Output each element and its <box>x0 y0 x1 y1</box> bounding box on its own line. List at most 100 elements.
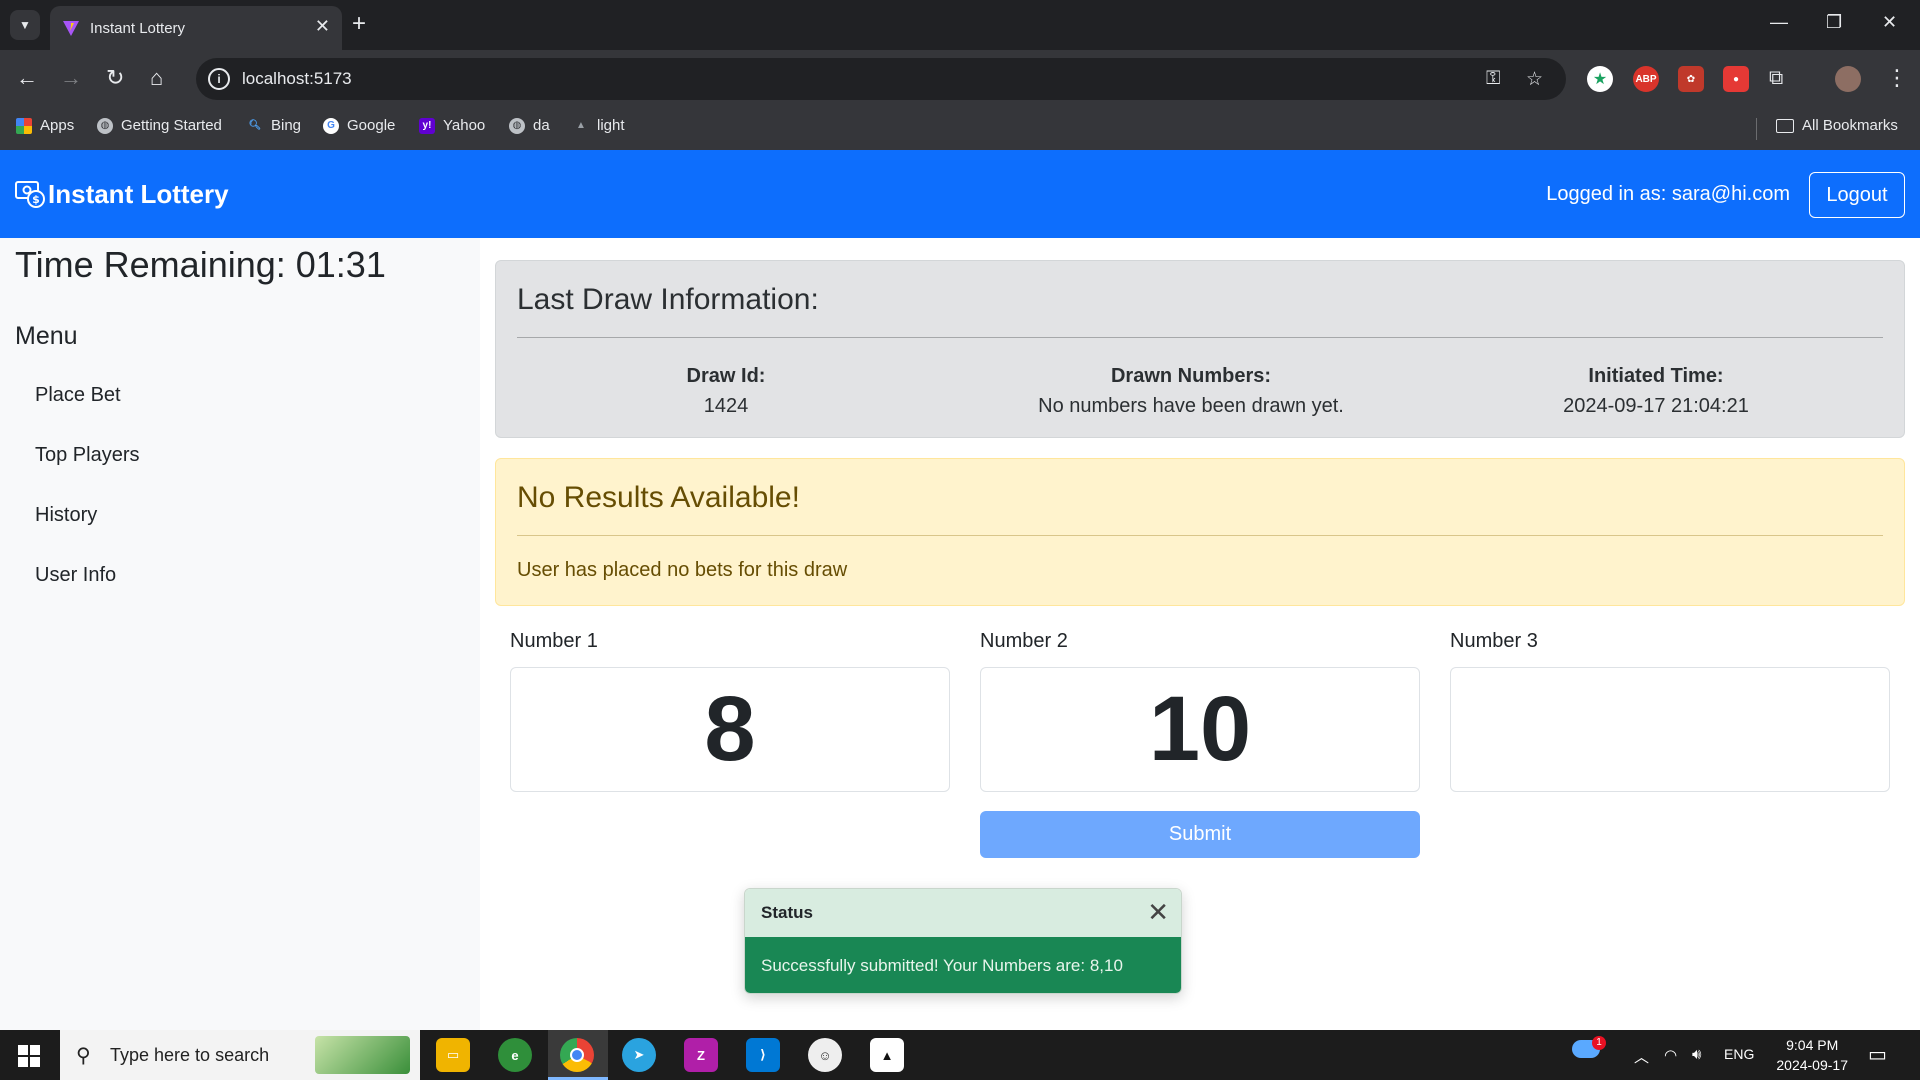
logout-button[interactable]: Logout <box>1809 172 1905 218</box>
weather-icon[interactable]: 1 <box>1572 1036 1606 1062</box>
forward-icon[interactable]: → <box>60 66 82 90</box>
new-tab-icon[interactable]: + <box>352 10 366 38</box>
telegram-icon[interactable]: ➤ <box>622 1038 656 1072</box>
toast-header: Status ✕ <box>745 889 1181 937</box>
close-icon[interactable]: ✕ <box>1147 897 1169 927</box>
browser-tab-active[interactable]: Instant Lottery ✕ <box>50 6 342 50</box>
search-highlight-image <box>315 1036 410 1074</box>
number-3-input[interactable] <box>1450 667 1890 792</box>
hat-icon: ▲ <box>576 120 586 131</box>
vscode-icon[interactable]: ⟩ <box>746 1038 780 1072</box>
initiated-time-label: Initiated Time: <box>1588 365 1724 387</box>
bookmark-getting-started[interactable]: ◍ Getting Started <box>97 117 222 134</box>
file-explorer-icon[interactable]: ▭ <box>436 1038 470 1072</box>
address-bar[interactable]: i localhost:5173 ⚿ ☆ <box>196 58 1566 100</box>
bookmark-star-icon[interactable]: ☆ <box>1526 68 1543 91</box>
bookmark-yahoo[interactable]: y! Yahoo <box>419 117 485 134</box>
main-content: Last Draw Information: Draw Id: 1424 Dra… <box>480 238 1920 1030</box>
taskbar-search-box[interactable]: ⚲ Type here to search <box>60 1030 420 1080</box>
language-indicator[interactable]: ENG <box>1724 1046 1754 1062</box>
volume-icon[interactable]: 🔊︎ <box>1692 1046 1701 1063</box>
vite-favicon-icon <box>63 21 79 36</box>
bookmark-light[interactable]: ▲ light <box>573 117 624 134</box>
url-text[interactable]: localhost:5173 <box>242 69 352 89</box>
tab-close-icon[interactable]: ✕ <box>315 16 330 37</box>
editor-app-icon[interactable]: Z <box>684 1038 718 1072</box>
password-key-icon[interactable]: ⚿ <box>1486 68 1500 90</box>
bookmarks-bar: Apps ◍ Getting Started 🔍︎ Bing G Google … <box>0 108 1920 150</box>
bookmark-da[interactable]: ◍ da <box>509 117 550 134</box>
number-3-label: Number 3 <box>1450 630 1538 652</box>
back-icon[interactable]: ← <box>16 66 38 90</box>
draw-id-column: Draw Id: 1424 <box>516 361 936 421</box>
sidebar-item-place-bet[interactable]: Place Bet <box>35 384 121 407</box>
sidebar-item-history[interactable]: History <box>35 504 97 527</box>
bookmark-label: Yahoo <box>443 117 486 134</box>
photos-icon[interactable]: ▲ <box>870 1038 904 1072</box>
notifications-icon[interactable]: ▭ <box>1868 1042 1887 1067</box>
record-extension-icon[interactable]: ● <box>1723 66 1749 92</box>
windows-taskbar: ⚲ Type here to search ▭ e ➤ Z ⟩ ☺ ▲ 1 ︿ … <box>0 1030 1920 1080</box>
globe-icon: ◍ <box>97 117 113 134</box>
folder-icon <box>1776 118 1794 133</box>
extensions-puzzle-icon[interactable]: ⧉ <box>1769 66 1783 90</box>
time-remaining: Time Remaining: 01:31 <box>15 244 386 285</box>
results-message: User has placed no bets for this draw <box>517 559 848 581</box>
draw-id-value: 1424 <box>703 395 749 417</box>
close-window-icon[interactable]: ✕ <box>1882 12 1897 33</box>
sidebar: Time Remaining: 01:31 Menu Place Bet Top… <box>0 238 480 1030</box>
site-info-icon[interactable]: i <box>208 68 230 90</box>
chrome-icon[interactable] <box>560 1038 594 1072</box>
drawn-numbers-label: Drawn Numbers: <box>1110 365 1272 387</box>
brand[interactable]: $ Instant Lottery <box>14 178 229 210</box>
status-toast: Status ✕ Successfully submitted! Your Nu… <box>744 888 1182 994</box>
results-title: No Results Available! <box>517 481 800 514</box>
restore-icon[interactable]: ❐ <box>1826 12 1842 33</box>
all-bookmarks-label: All Bookmarks <box>1802 117 1898 134</box>
results-alert-card: No Results Available! User has placed no… <box>495 458 1905 606</box>
brand-name: Instant Lottery <box>48 178 229 209</box>
sidebar-item-top-players[interactable]: Top Players <box>35 444 140 467</box>
app-avatar-icon[interactable]: ☺ <box>808 1038 842 1072</box>
apps-grid-icon <box>16 117 32 134</box>
bookmark-bing[interactable]: 🔍︎ Bing <box>247 117 301 134</box>
windows-start-icon[interactable] <box>18 1045 40 1067</box>
taskbar-search-placeholder: Type here to search <box>110 1045 270 1065</box>
star-extension-icon[interactable]: ★ <box>1587 66 1613 92</box>
submit-button[interactable]: Submit <box>980 811 1420 858</box>
browser-toolbar: ← → ↻ ⌂ i localhost:5173 ⚿ ☆ ★ ABP ✿ ● ⧉… <box>0 50 1920 108</box>
toast-message: Successfully submitted! Your Numbers are… <box>761 956 1123 975</box>
profile-avatar[interactable] <box>1835 66 1861 92</box>
draw-id-label: Draw Id: <box>686 365 766 387</box>
logged-in-text: Logged in as: sara@hi.com <box>1546 183 1790 205</box>
sidebar-item-user-info[interactable]: User Info <box>35 564 116 587</box>
bookmark-google[interactable]: G Google <box>323 117 395 134</box>
toast-title: Status <box>761 903 813 922</box>
bookmark-label: da <box>533 117 550 134</box>
tab-title: Instant Lottery <box>90 20 186 37</box>
drawn-numbers-value: No numbers have been drawn yet. <box>1038 395 1344 417</box>
all-bookmarks[interactable]: All Bookmarks <box>1776 117 1898 134</box>
bookmark-label: Bing <box>271 117 302 134</box>
taskbar-clock[interactable]: 9:04 PM 2024-09-17 <box>1776 1035 1848 1075</box>
adblock-plus-icon[interactable]: ABP <box>1633 66 1659 92</box>
number-1-input[interactable]: 8 <box>510 667 950 792</box>
number-2-input[interactable]: 10 <box>980 667 1420 792</box>
home-icon[interactable]: ⌂ <box>150 66 163 90</box>
lottery-ticket-icon: $ <box>15 181 45 208</box>
edge-browser-icon[interactable]: e <box>498 1038 532 1072</box>
google-icon: G <box>323 117 339 134</box>
puzzle-red-extension-icon[interactable]: ✿ <box>1678 66 1704 92</box>
tab-search-chevron-icon[interactable]: ▼ <box>10 10 40 40</box>
search-icon: ⚲ <box>76 1045 91 1067</box>
browser-menu-icon[interactable]: ⋮ <box>1886 66 1908 90</box>
bookmark-label: Apps <box>40 117 75 134</box>
last-draw-card: Last Draw Information: Draw Id: 1424 Dra… <box>495 260 1905 438</box>
network-icon[interactable]: ◠ <box>1664 1046 1677 1064</box>
bookmark-apps[interactable]: Apps <box>16 117 74 134</box>
minimize-icon[interactable]: — <box>1770 12 1788 33</box>
menu-title: Menu <box>15 322 78 350</box>
reload-icon[interactable]: ↻ <box>106 66 124 90</box>
divider <box>517 337 1883 338</box>
tray-chevron-icon[interactable]: ︿ <box>1634 1046 1649 1067</box>
